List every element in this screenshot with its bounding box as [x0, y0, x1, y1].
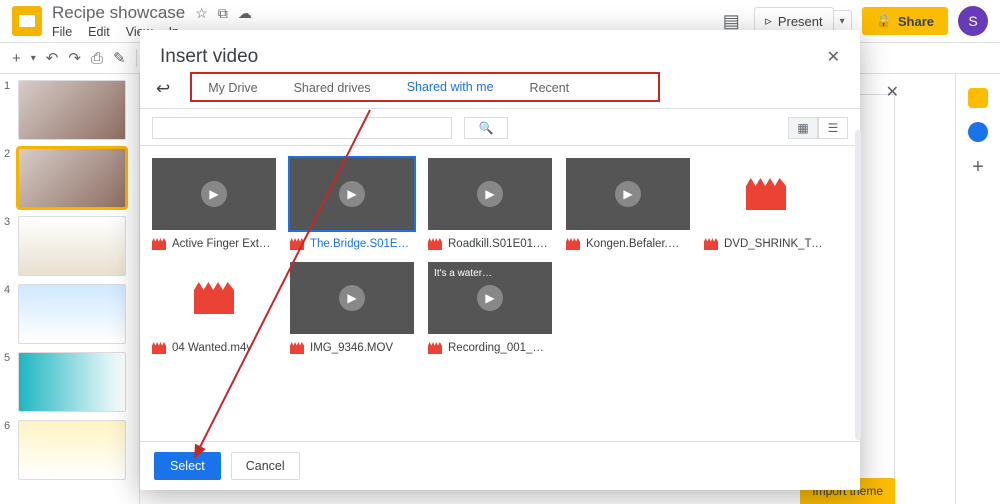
- drive-tabs: ↩ My Drive Shared drives Shared with me …: [140, 76, 860, 108]
- list-view-icon[interactable]: ☰: [818, 117, 848, 139]
- video-card[interactable]: DVD_SHRINK_Titl…: [704, 158, 828, 250]
- overlay-text: It's a water…: [434, 268, 492, 279]
- video-thumbnail: ▶: [566, 158, 690, 230]
- back-icon[interactable]: ↩: [156, 79, 170, 99]
- tab-my-drive[interactable]: My Drive: [206, 77, 259, 101]
- search-input[interactable]: [152, 117, 452, 139]
- video-meta: Roadkill.S01E01.…: [428, 238, 552, 250]
- video-file-icon: [290, 238, 304, 250]
- video-card[interactable]: ▶ IMG_9346.MOV: [290, 262, 414, 354]
- select-button[interactable]: Select: [154, 452, 221, 480]
- video-name: Roadkill.S01E01.…: [448, 238, 548, 250]
- video-name: IMG_9346.MOV: [310, 342, 393, 354]
- grid-view-icon[interactable]: ▦: [788, 117, 818, 139]
- video-card[interactable]: ▶ Kongen.Befaler.S…: [566, 158, 690, 250]
- video-card[interactable]: It's a water… ▶ Recording_001_1…: [428, 262, 552, 354]
- dialog-title: Insert video: [160, 46, 258, 68]
- insert-video-dialog: Insert video ✕ ↩ My Drive Shared drives …: [140, 30, 860, 490]
- video-meta: Kongen.Befaler.S…: [566, 238, 690, 250]
- search-button[interactable]: 🔍: [464, 117, 508, 139]
- video-name: Kongen.Befaler.S…: [586, 238, 686, 250]
- video-meta: Active Finger Ext…: [152, 238, 276, 250]
- video-thumbnail: It's a water… ▶: [428, 262, 552, 334]
- video-name: The.Bridge.S01E…: [310, 238, 409, 250]
- play-icon: ▶: [477, 285, 503, 311]
- video-file-icon: [290, 342, 304, 354]
- video-card[interactable]: 04 Wanted.m4v: [152, 262, 276, 354]
- video-thumbnail: [704, 158, 828, 230]
- video-card[interactable]: ▶ Roadkill.S01E01.…: [428, 158, 552, 250]
- video-meta: Recording_001_1…: [428, 342, 552, 354]
- close-icon[interactable]: ✕: [827, 47, 840, 67]
- play-icon: ▶: [339, 181, 365, 207]
- video-meta: 04 Wanted.m4v: [152, 342, 276, 354]
- video-meta: IMG_9346.MOV: [290, 342, 414, 354]
- video-file-icon: [194, 282, 234, 314]
- play-icon: ▶: [201, 181, 227, 207]
- video-file-icon: [152, 238, 166, 250]
- video-file-icon: [428, 342, 442, 354]
- tab-shared-with-me[interactable]: Shared with me: [405, 76, 496, 102]
- video-thumbnail: ▶: [290, 262, 414, 334]
- video-file-icon: [704, 238, 718, 250]
- video-thumbnail: ▶: [428, 158, 552, 230]
- video-file-icon: [566, 238, 580, 250]
- video-card[interactable]: ▶ Active Finger Ext…: [152, 158, 276, 250]
- play-icon: ▶: [477, 181, 503, 207]
- video-name: 04 Wanted.m4v: [172, 342, 252, 354]
- tab-shared-drives[interactable]: Shared drives: [292, 77, 373, 101]
- video-card[interactable]: ▶ The.Bridge.S01E…: [290, 158, 414, 250]
- play-icon: ▶: [615, 181, 641, 207]
- video-thumbnail: ▶: [152, 158, 276, 230]
- search-icon: 🔍: [479, 121, 494, 135]
- play-icon: ▶: [339, 285, 365, 311]
- video-thumbnail: [152, 262, 276, 334]
- cancel-button[interactable]: Cancel: [231, 452, 300, 480]
- video-thumbnail: ▶: [290, 158, 414, 230]
- video-grid: ▶ Active Finger Ext… ▶ The.Bridge.S01E… ▶ Roa…: [140, 146, 860, 441]
- video-name: Active Finger Ext…: [172, 238, 270, 250]
- scrollbar[interactable]: [855, 130, 861, 440]
- video-file-icon: [428, 238, 442, 250]
- video-meta: The.Bridge.S01E…: [290, 238, 414, 250]
- video-file-icon: [152, 342, 166, 354]
- video-name: Recording_001_1…: [448, 342, 548, 354]
- video-name: DVD_SHRINK_Titl…: [724, 238, 824, 250]
- video-file-icon: [746, 178, 786, 210]
- tab-recent[interactable]: Recent: [528, 77, 572, 101]
- video-meta: DVD_SHRINK_Titl…: [704, 238, 828, 250]
